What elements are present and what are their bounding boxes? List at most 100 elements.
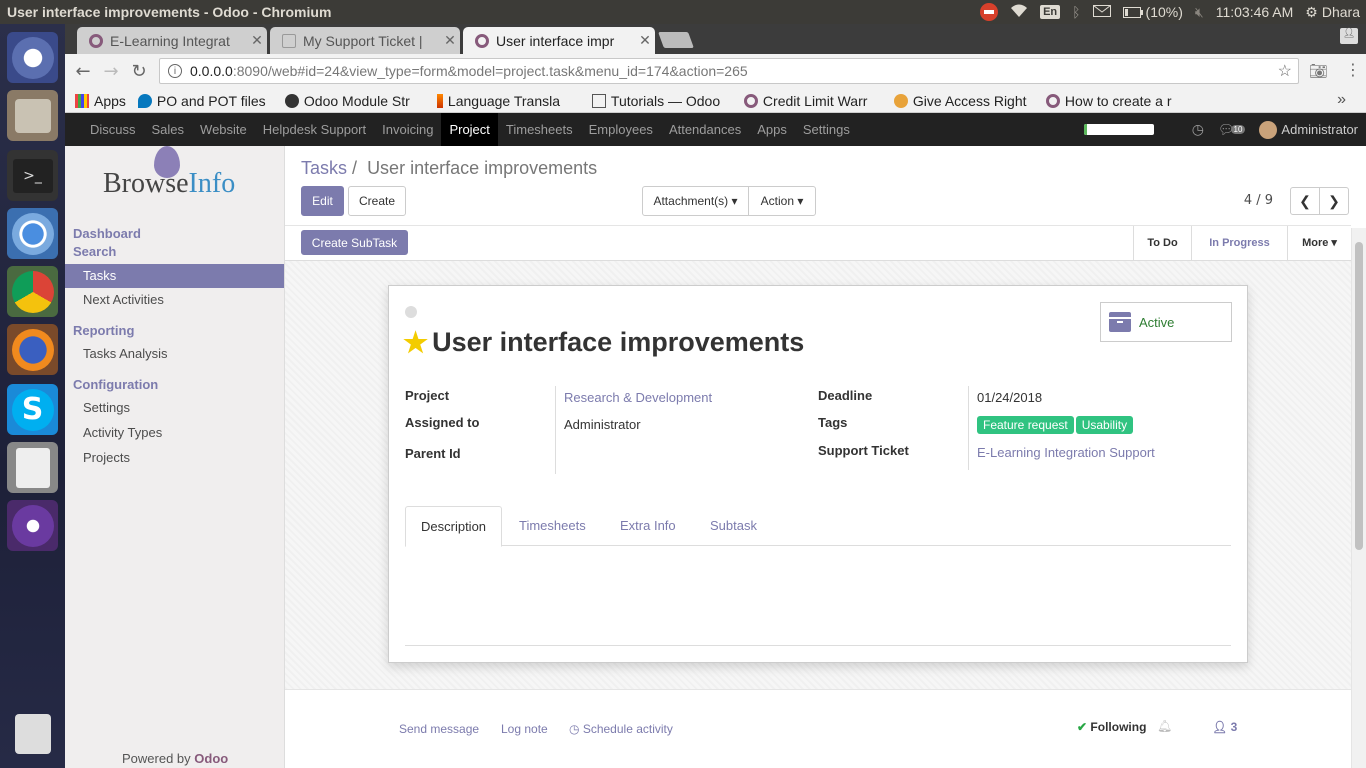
bookmark-item[interactable]: Language Transla xyxy=(436,93,580,109)
profile-icon[interactable]: 👤︎ xyxy=(1340,28,1358,44)
eclipse-icon[interactable] xyxy=(7,500,58,551)
bookmark-item[interactable]: How to create a r xyxy=(1045,93,1182,109)
following-button[interactable]: ✔ Following xyxy=(1077,720,1146,734)
browser-tab[interactable]: My Support Ticket | ✕ xyxy=(270,27,460,54)
active-toggle-button[interactable]: Active xyxy=(1100,302,1232,342)
mail-icon[interactable] xyxy=(1092,4,1111,20)
menu-invoicing[interactable]: Invoicing xyxy=(374,113,441,146)
project-value[interactable]: Research & Development xyxy=(564,390,712,405)
forward-icon[interactable]: → xyxy=(97,61,125,82)
odoo-link[interactable]: Odoo xyxy=(194,751,228,766)
back-icon[interactable]: ← xyxy=(69,61,97,82)
keyboard-layout-indicator[interactable]: En xyxy=(1040,5,1061,19)
create-button[interactable]: Create xyxy=(348,186,406,216)
tab-subtask[interactable]: Subtask xyxy=(695,506,772,546)
new-tab-button[interactable] xyxy=(658,32,694,48)
volume-muted-icon[interactable]: 🔇︎ xyxy=(1195,4,1204,21)
reload-icon[interactable]: ↻ xyxy=(125,61,153,82)
stage-to-do[interactable]: To Do xyxy=(1133,226,1191,260)
tag-badge[interactable]: Usability xyxy=(1075,416,1134,434)
browser-tab[interactable]: E-Learning Integrat ✕ xyxy=(77,27,267,54)
text-editor-icon[interactable] xyxy=(7,442,58,493)
sidebar-item-tasks-analysis[interactable]: Tasks Analysis xyxy=(65,342,284,366)
bookmark-item[interactable]: Credit Limit Warr xyxy=(743,93,882,109)
stage-in-progress[interactable]: In Progress xyxy=(1191,226,1287,260)
tags-value[interactable]: Feature request Usability xyxy=(977,416,1135,434)
send-message-button[interactable]: Send message xyxy=(399,722,479,736)
stage-more-dropdown[interactable]: More ▾ xyxy=(1287,226,1351,260)
attachments-dropdown[interactable]: Attachment(s) ▾ xyxy=(642,186,749,216)
chrome-icon[interactable] xyxy=(7,266,58,317)
firefox-icon[interactable] xyxy=(7,324,58,375)
tab-close-icon[interactable]: ✕ xyxy=(247,32,267,49)
sidebar-section-dashboard[interactable]: Dashboard xyxy=(73,226,141,241)
sidebar-item-tasks[interactable]: Tasks xyxy=(65,264,284,288)
menu-helpdesk-support[interactable]: Helpdesk Support xyxy=(255,113,374,146)
sidebar-item-activity-types[interactable]: Activity Types xyxy=(65,421,284,445)
create-subtask-button[interactable]: Create SubTask xyxy=(301,230,408,255)
pager-previous-icon[interactable]: ❮ xyxy=(1290,187,1320,215)
bookmark-item[interactable]: Give Access Right xyxy=(893,93,1034,109)
address-bar[interactable]: i 0.0.0.0 :8090/web#id=24&view_type=form… xyxy=(159,58,1299,84)
edit-button[interactable]: Edit xyxy=(301,186,344,216)
tab-description[interactable]: Description xyxy=(405,506,503,547)
pager-value[interactable]: 4 / 9 xyxy=(1244,193,1273,208)
menu-timesheets[interactable]: Timesheets xyxy=(498,113,581,146)
activity-clock-icon[interactable]: ◷ xyxy=(1192,121,1204,138)
followers-button[interactable]: 👤︎ 3 xyxy=(1212,720,1237,734)
tab-close-icon[interactable]: ✕ xyxy=(635,32,655,49)
tab-timesheets[interactable]: Timesheets xyxy=(504,506,601,546)
log-note-button[interactable]: Log note xyxy=(501,722,548,736)
menu-sales[interactable]: Sales xyxy=(144,113,193,146)
sidebar-item-next-activities[interactable]: Next Activities xyxy=(65,288,284,312)
menu-apps[interactable]: Apps xyxy=(749,113,795,146)
kanban-state-dot[interactable] xyxy=(405,306,417,318)
menu-employees[interactable]: Employees xyxy=(581,113,661,146)
menu-website[interactable]: Website xyxy=(192,113,255,146)
schedule-activity-button[interactable]: ◷ Schedule activity xyxy=(569,722,673,736)
browseinfo-logo[interactable]: BrowseInfo xyxy=(103,146,235,200)
session-menu[interactable]: ⚙ Dhara xyxy=(1305,4,1360,21)
bookmark-item[interactable]: Odoo Module Str xyxy=(284,93,425,109)
action-dropdown[interactable]: Action ▾ xyxy=(748,186,816,216)
wifi-icon[interactable] xyxy=(1010,4,1028,21)
camera-icon[interactable]: 📷︎ xyxy=(1309,62,1328,80)
ubuntu-dash-icon[interactable] xyxy=(7,32,58,83)
sidebar-section-search[interactable]: Search xyxy=(73,244,116,259)
menu-icon[interactable]: ⋮ xyxy=(1345,60,1361,79)
bookmark-item[interactable]: Tutorials — Odoo xyxy=(591,93,732,109)
menu-settings[interactable]: Settings xyxy=(795,113,858,146)
menu-project[interactable]: Project xyxy=(441,113,498,146)
clock[interactable]: 11:03:46 AM xyxy=(1216,4,1294,20)
priority-star-icon[interactable]: ★ xyxy=(403,326,428,359)
support-ticket-value[interactable]: E-Learning Integration Support xyxy=(977,445,1155,460)
breadcrumb-tasks[interactable]: Tasks xyxy=(301,158,347,178)
terminal-icon[interactable]: >_ xyxy=(7,150,58,201)
menu-discuss[interactable]: Discuss xyxy=(82,113,144,146)
stop-icon[interactable] xyxy=(980,3,999,21)
assigned-to-value[interactable]: Administrator xyxy=(564,417,641,432)
sidebar-section-configuration[interactable]: Configuration xyxy=(73,377,158,392)
browser-tab-active[interactable]: User interface impr ✕ xyxy=(463,27,655,54)
bluetooth-icon[interactable]: ᛒ xyxy=(1072,4,1080,20)
sidebar-item-settings[interactable]: Settings xyxy=(65,396,284,420)
bookmark-star-icon[interactable]: ☆ xyxy=(1278,61,1292,81)
files-icon[interactable] xyxy=(7,90,58,141)
user-menu[interactable]: Administrator xyxy=(1259,120,1358,139)
bell-icon[interactable]: 🔔︎ xyxy=(1157,719,1172,733)
trash-icon[interactable] xyxy=(7,708,58,759)
battery-indicator[interactable]: (10%) xyxy=(1122,4,1183,20)
sidebar-section-reporting[interactable]: Reporting xyxy=(73,323,134,338)
tag-badge[interactable]: Feature request xyxy=(977,416,1074,434)
bookmarks-overflow-icon[interactable]: » xyxy=(1337,91,1346,109)
tab-extra-info[interactable]: Extra Info xyxy=(605,506,691,546)
menu-attendances[interactable]: Attendances xyxy=(661,113,749,146)
tab-close-icon[interactable]: ✕ xyxy=(440,32,460,49)
pager-next-icon[interactable]: ❯ xyxy=(1319,187,1349,215)
chromium-icon[interactable] xyxy=(7,208,58,259)
info-icon[interactable]: i xyxy=(168,64,182,78)
messages-indicator[interactable]: 💬︎ 10 xyxy=(1218,122,1246,138)
deadline-value[interactable]: 01/24/2018 xyxy=(977,390,1042,405)
skype-icon[interactable]: S xyxy=(7,384,58,435)
scrollbar-thumb[interactable] xyxy=(1355,242,1363,550)
